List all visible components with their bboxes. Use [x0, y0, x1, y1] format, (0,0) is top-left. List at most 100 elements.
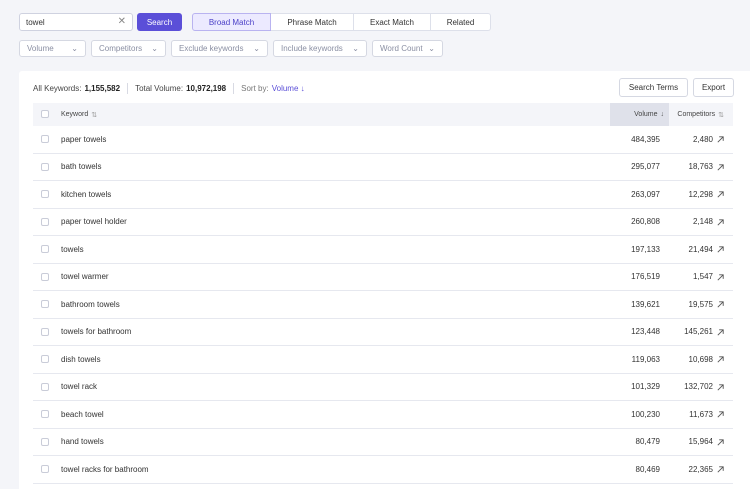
keyword-cell[interactable]: bathroom towels: [61, 300, 120, 309]
keyword-cell[interactable]: towels for bathroom: [61, 327, 131, 336]
filter-label: Competitors: [99, 44, 143, 53]
competitors-cell: 12,298: [688, 189, 713, 199]
sort-label: Sort by:: [241, 84, 269, 93]
external-link-icon[interactable]: [716, 273, 725, 282]
external-link-icon[interactable]: [716, 438, 725, 447]
volume-cell: 80,469: [635, 464, 660, 474]
row-checkbox[interactable]: [41, 245, 49, 253]
filter-label: Volume: [27, 44, 54, 53]
row-checkbox[interactable]: [41, 190, 49, 198]
table-header: Keyword ⇅ Volume ↓ Competitors ⇅: [33, 103, 733, 126]
column-keyword[interactable]: Keyword ⇅: [61, 111, 97, 119]
keyword-cell[interactable]: beach towel: [61, 410, 104, 419]
row-checkbox[interactable]: [41, 217, 49, 226]
external-link-icon[interactable]: [716, 300, 725, 309]
column-volume[interactable]: Volume ↓: [610, 103, 669, 126]
results-summary: All Keywords: 1,155,582 Total Volume: 10…: [33, 83, 305, 94]
column-competitors[interactable]: Competitors ⇅: [669, 103, 733, 126]
volume-cell: 263,097: [631, 189, 660, 199]
row-checkbox[interactable]: [41, 382, 49, 391]
keyword-cell[interactable]: dish towels: [61, 355, 101, 364]
row-checkbox[interactable]: [41, 300, 49, 308]
keyword-cell[interactable]: hand towels: [61, 437, 104, 446]
divider: [127, 83, 129, 94]
row-checkbox[interactable]: [41, 465, 49, 473]
volume-cell: 295,077: [631, 162, 660, 172]
volume-cell: 139,621: [631, 299, 660, 309]
keyword-cell[interactable]: towel rack: [61, 382, 97, 391]
row-checkbox[interactable]: [41, 327, 49, 336]
filter-competitors[interactable]: Competitors ⌄: [91, 40, 166, 57]
competitors-cell: 22,365: [688, 464, 713, 474]
match-type-tabs: Broad Match Phrase Match Exact Match Rel…: [192, 13, 491, 31]
keyword-cell[interactable]: bath towels: [61, 162, 101, 171]
external-link-icon[interactable]: [716, 410, 725, 419]
volume-cell: 484,395: [631, 134, 660, 144]
sort-dropdown[interactable]: Volume ↓: [272, 84, 305, 93]
table-row: beach towel 100,230 11,673: [33, 401, 733, 429]
select-all-checkbox[interactable]: [41, 110, 49, 118]
chevron-down-icon: ⌄: [253, 44, 260, 53]
filter-volume[interactable]: Volume ⌄: [19, 40, 86, 57]
column-label: Volume: [634, 111, 658, 118]
filter-word-count[interactable]: Word Count ⌄: [372, 40, 443, 57]
table-body: paper towels 484,395 2,480 bath towels 295,0…: [33, 126, 733, 484]
table-row: towels for bathroom 123,448 145,261: [33, 319, 733, 346]
competitors-cell: 2,148: [692, 217, 713, 227]
keyword-cell[interactable]: towels: [61, 245, 84, 254]
export-button[interactable]: Export: [693, 78, 734, 97]
external-link-icon[interactable]: [716, 190, 725, 199]
row-checkbox[interactable]: [41, 437, 49, 446]
search-input[interactable]: [26, 17, 118, 27]
sort-icon: ⇅: [91, 111, 98, 119]
volume-cell: 119,063: [631, 354, 660, 364]
keyword-cell[interactable]: paper towels: [61, 135, 106, 144]
keyword-cell[interactable]: paper towel holder: [61, 217, 127, 226]
external-link-icon[interactable]: [716, 383, 725, 392]
tab-related[interactable]: Related: [431, 13, 491, 31]
keyword-cell[interactable]: towel racks for bathroom: [61, 465, 149, 474]
table-row: bathroom towels 139,621 19,575: [33, 291, 733, 319]
table-row: paper towels 484,395 2,480: [33, 126, 733, 154]
tab-phrase-match[interactable]: Phrase Match: [271, 13, 354, 31]
all-keywords-label: All Keywords:: [33, 84, 82, 93]
column-label: Keyword: [61, 111, 89, 118]
competitors-cell: 19,575: [688, 299, 713, 309]
total-volume-value: 10,972,198: [186, 84, 227, 93]
table-row: towel racks for bathroom 80,469 22,365: [33, 456, 733, 484]
keyword-cell[interactable]: towel warmer: [61, 272, 109, 281]
search-button[interactable]: Search: [137, 13, 182, 31]
external-link-icon[interactable]: [716, 218, 725, 227]
external-link-icon[interactable]: [716, 245, 725, 254]
total-volume-label: Total Volume:: [135, 84, 184, 93]
table-row: paper towel holder 260,808 2,148: [33, 209, 733, 236]
volume-cell: 123,448: [631, 327, 660, 337]
row-checkbox[interactable]: [41, 162, 49, 171]
external-link-icon[interactable]: [716, 355, 725, 364]
filter-exclude-keywords[interactable]: Exclude keywords ⌄: [171, 40, 268, 57]
close-icon[interactable]: ✕: [118, 17, 126, 27]
row-checkbox[interactable]: [41, 410, 49, 418]
external-link-icon[interactable]: [716, 163, 725, 172]
external-link-icon[interactable]: [716, 328, 725, 337]
external-link-icon[interactable]: [716, 135, 725, 144]
table-actions: Search Terms Export: [614, 78, 734, 97]
keyword-cell[interactable]: kitchen towels: [61, 190, 111, 199]
sort-icon: ⇅: [718, 111, 724, 119]
chevron-down-icon: ⌄: [71, 44, 78, 53]
row-checkbox[interactable]: [41, 355, 49, 363]
search-bar: ✕ Search Broad Match Phrase Match Exact …: [19, 13, 491, 31]
table-row: bath towels 295,077 18,763: [33, 154, 733, 181]
filter-label: Word Count: [380, 44, 423, 53]
row-checkbox[interactable]: [41, 135, 49, 143]
results-panel: All Keywords: 1,155,582 Total Volume: 10…: [19, 71, 750, 489]
search-box[interactable]: ✕: [19, 13, 133, 31]
filter-include-keywords[interactable]: Include keywords ⌄: [273, 40, 367, 57]
search-terms-button[interactable]: Search Terms: [619, 78, 688, 97]
external-link-icon[interactable]: [716, 465, 725, 474]
table-row: hand towels 80,479 15,964: [33, 429, 733, 456]
competitors-cell: 21,494: [688, 244, 713, 254]
tab-broad-match[interactable]: Broad Match: [192, 13, 271, 31]
row-checkbox[interactable]: [41, 272, 49, 281]
tab-exact-match[interactable]: Exact Match: [354, 13, 431, 31]
